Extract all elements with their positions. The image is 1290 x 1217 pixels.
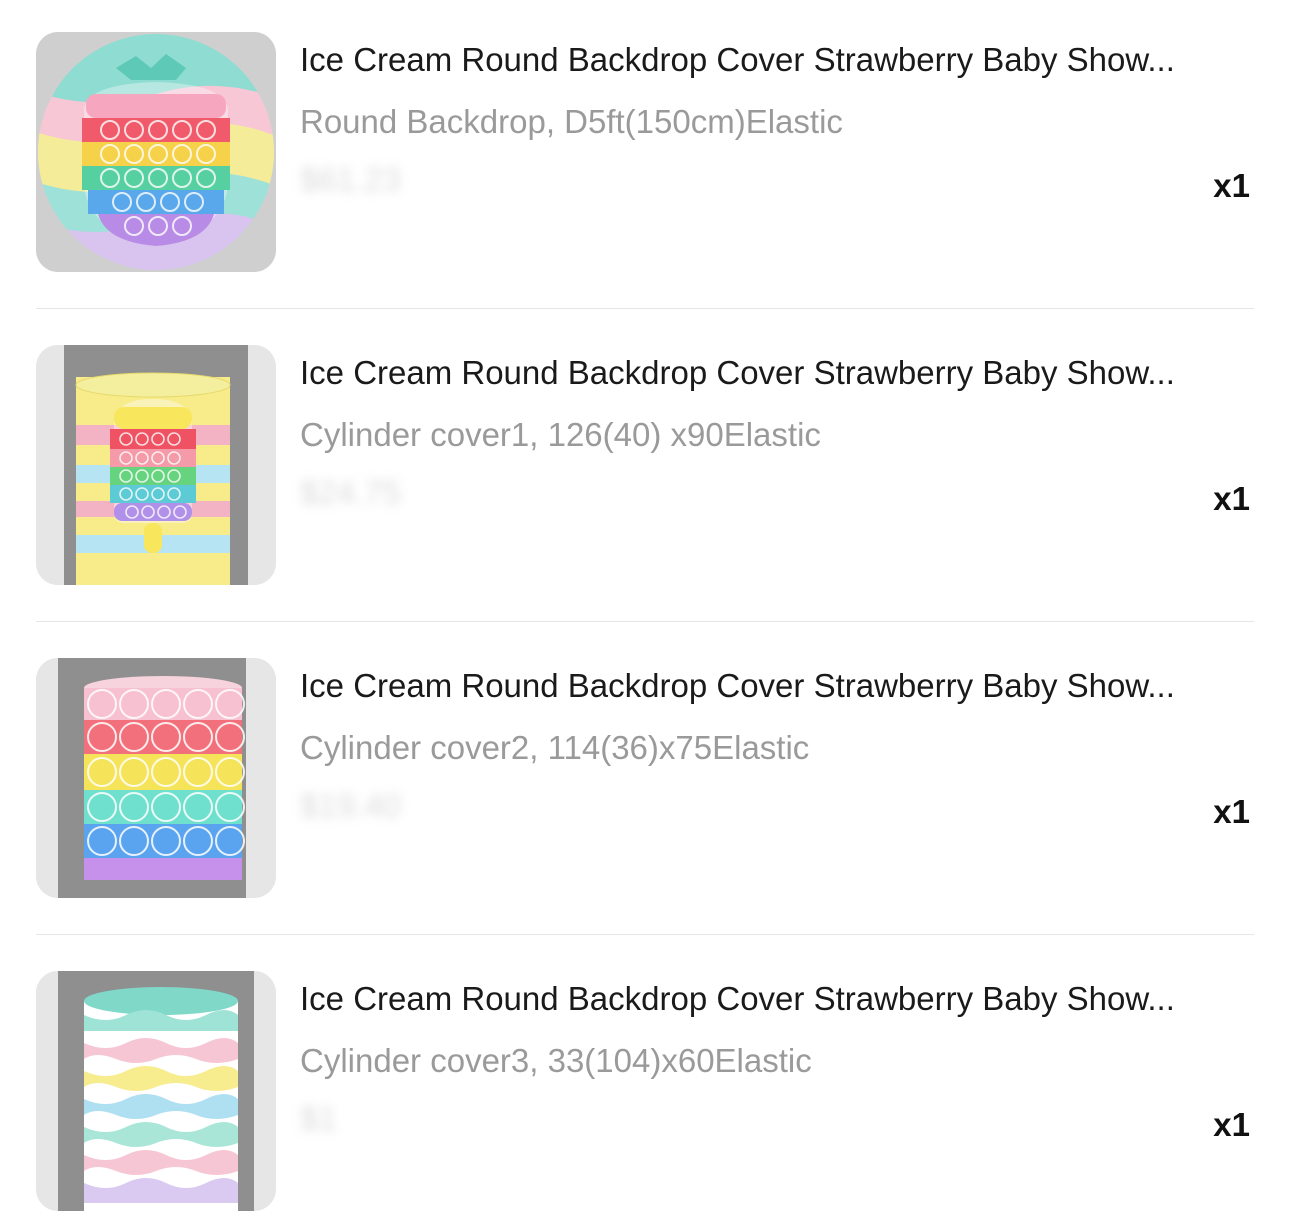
quantity-label: x1 xyxy=(1213,1106,1250,1143)
product-price: $1 xyxy=(300,1100,337,1137)
product-thumbnail[interactable] xyxy=(36,658,276,898)
cart-item[interactable]: Ice Cream Round Backdrop Cover Strawberr… xyxy=(36,32,1254,272)
rainbow-bubble-cylinder-cover-image xyxy=(36,658,276,898)
product-thumbnail[interactable] xyxy=(36,32,276,272)
product-variant: Cylinder cover3, 33(104)x60Elastic xyxy=(300,1042,812,1079)
item-divider xyxy=(36,934,1254,935)
quantity-label: x1 xyxy=(1213,167,1250,204)
product-thumbnail[interactable] xyxy=(36,345,276,585)
cart-item[interactable]: Ice Cream Round Backdrop Cover Strawberr… xyxy=(36,971,1254,1211)
strawberry-round-backdrop-image xyxy=(36,32,276,272)
item-divider xyxy=(36,308,1254,309)
product-title[interactable]: Ice Cream Round Backdrop Cover Strawberr… xyxy=(300,666,1254,706)
popsicle-cylinder-cover-image xyxy=(36,345,276,585)
cart-item[interactable]: Ice Cream Round Backdrop Cover Strawberr… xyxy=(36,345,1254,585)
product-variant: Cylinder cover2, 114(36)x75Elastic xyxy=(300,729,810,766)
product-variant: Round Backdrop, D5ft(150cm)Elastic xyxy=(300,103,843,140)
product-price: $24.75 xyxy=(300,474,401,511)
product-title[interactable]: Ice Cream Round Backdrop Cover Strawberr… xyxy=(300,40,1254,80)
quantity-label: x1 xyxy=(1213,480,1250,517)
product-thumbnail[interactable] xyxy=(36,971,276,1211)
product-title[interactable]: Ice Cream Round Backdrop Cover Strawberr… xyxy=(300,353,1254,393)
quantity-label: x1 xyxy=(1213,793,1250,830)
product-price: $19.40 xyxy=(300,787,401,824)
item-divider xyxy=(36,621,1254,622)
product-title[interactable]: Ice Cream Round Backdrop Cover Strawberr… xyxy=(300,979,1254,1019)
pastel-wave-cylinder-cover-image xyxy=(36,971,276,1211)
cart-item[interactable]: Ice Cream Round Backdrop Cover Strawberr… xyxy=(36,658,1254,898)
product-price: $61.23 xyxy=(300,161,401,198)
product-variant: Cylinder cover1, 126(40) x90Elastic xyxy=(300,416,821,453)
